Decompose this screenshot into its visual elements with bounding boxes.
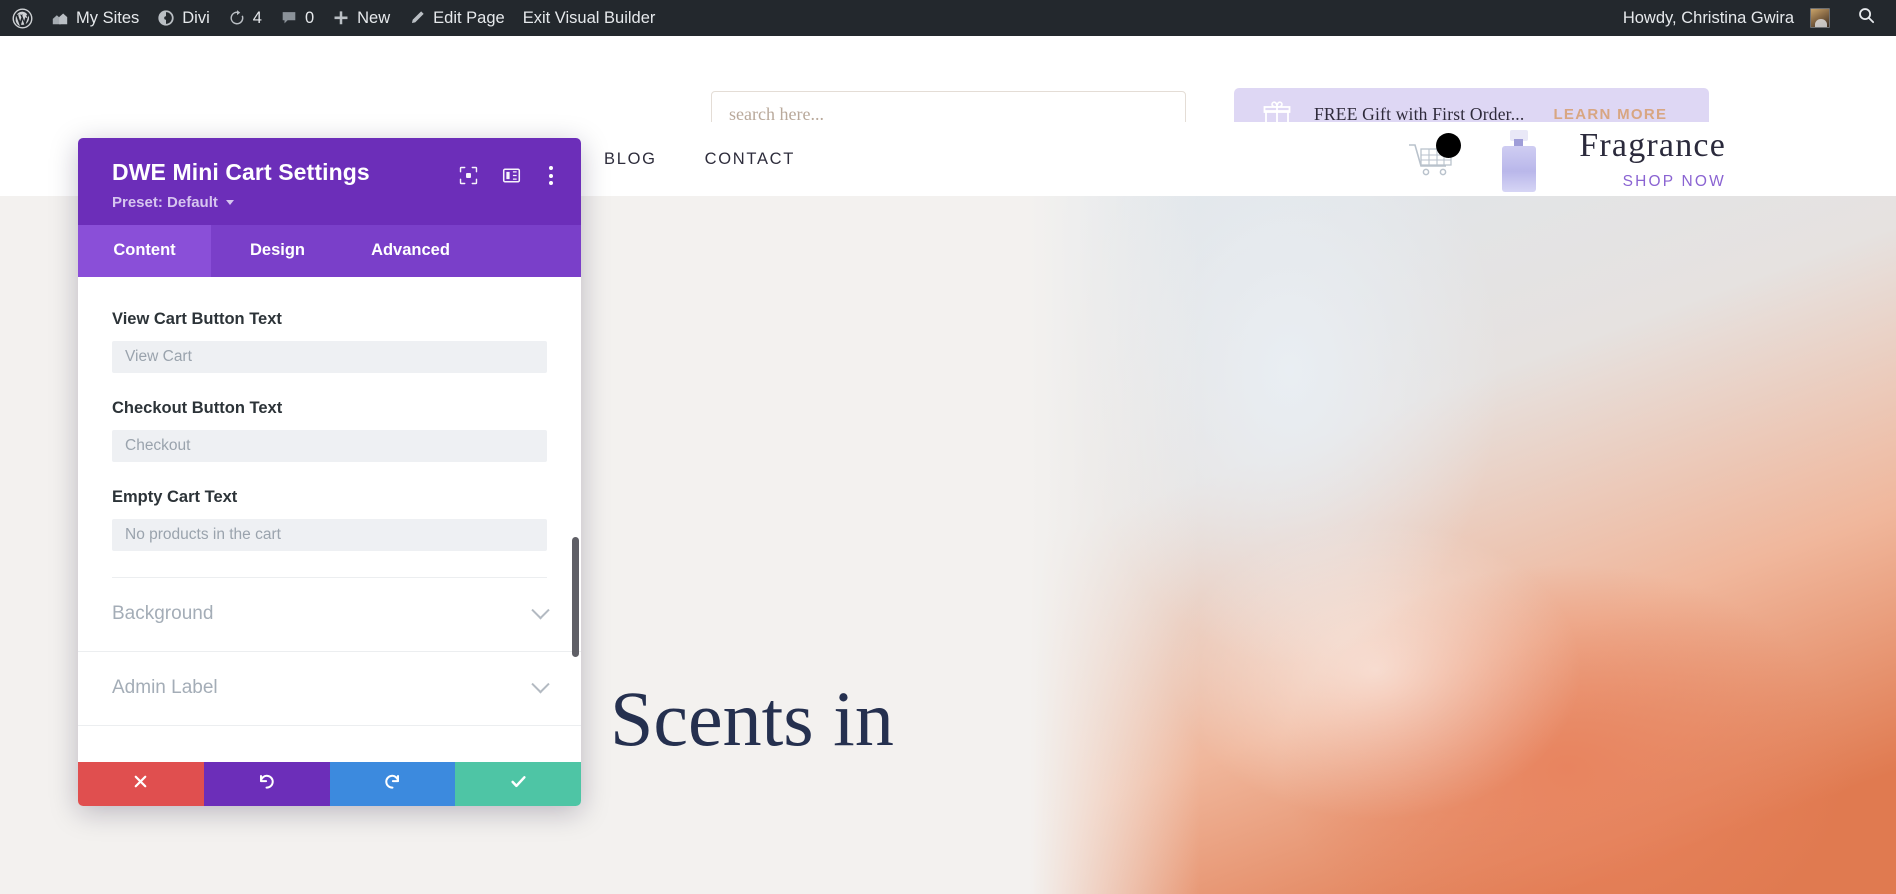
modal-header: DWE Mini Cart Settings Preset: Default [78,138,581,225]
shopping-cart-icon[interactable] [1405,133,1462,183]
kebab-menu-icon[interactable] [545,164,557,187]
adminbar-account-area: Howdy, Christina Gwira [1611,0,1896,36]
brand-zone: Fragrance SHOP NOW [1405,122,1726,196]
adminbar-item-my-sites[interactable]: My Sites [42,0,148,36]
modal-header-texts: DWE Mini Cart Settings Preset: Default [112,159,459,211]
site-utility-bar: search here... FREE Gift with First Orde… [0,36,1896,140]
accordion-admin-label[interactable]: Admin Label [78,652,581,726]
adminbar-greeting: Howdy, Christina Gwira [1622,8,1794,27]
accordion-title: Admin Label [112,677,218,698]
adminbar-item-updates[interactable]: 4 [219,0,271,36]
wp-admin-bar: My Sites Divi 4 0 New Edit Page Exit Vis… [0,0,1896,36]
hero-fade-overlay [1030,196,1200,894]
tab-design[interactable]: Design [211,225,344,277]
field-label: View Cart Button Text [112,310,282,328]
field-view-cart-button-text: View Cart Button Text View Cart [112,310,547,373]
accordion-background[interactable]: Background [78,578,581,652]
adminbar-item-edit-page[interactable]: Edit Page [399,0,514,36]
pencil-icon [408,9,426,27]
chevron-down-icon [531,600,550,619]
site-brand[interactable]: Fragrance SHOP NOW [1579,126,1726,190]
settings-fields: View Cart Button Text View Cart Checkout… [78,277,581,578]
preset-label: Preset: Default [112,194,218,211]
close-icon [132,773,149,795]
adminbar-item-account[interactable]: Howdy, Christina Gwira [1611,0,1839,36]
perfume-bottle-image [1499,122,1539,196]
wordpress-icon [12,8,33,29]
adminbar-label: Edit Page [433,8,505,27]
check-icon [509,772,528,796]
adminbar-label: 0 [304,8,315,27]
field-checkout-button-text: Checkout Button Text Checkout [112,399,547,462]
adminbar-item-exit-visual-builder[interactable]: Exit Visual Builder [514,0,665,36]
adminbar-label: Divi [182,8,210,27]
field-empty-cart-text: Empty Cart Text No products in the cart [112,488,547,551]
accordion-title: Background [112,603,214,624]
adminbar-item-new[interactable]: New [323,0,399,36]
modal-scrollbar[interactable] [572,537,579,657]
brand-name: Fragrance [1579,126,1726,164]
adminbar-search-button[interactable] [1841,6,1882,30]
avatar [1810,8,1830,28]
save-button[interactable] [455,762,581,806]
chevron-down-icon [531,674,550,693]
checkout-button-text-input[interactable]: Checkout [112,430,547,462]
tab-advanced[interactable]: Advanced [344,225,477,277]
tab-content[interactable]: Content [78,225,211,277]
adminbar-item-comments[interactable]: 0 [271,0,323,36]
module-settings-modal: DWE Mini Cart Settings Preset: Default C… [78,138,581,806]
sites-icon [51,9,69,27]
divi-icon [157,9,175,27]
modal-header-icons [459,159,557,187]
redo-button[interactable] [329,762,456,806]
undo-button[interactable] [203,762,330,806]
cancel-button[interactable] [78,762,204,806]
panel-layout-icon[interactable] [502,166,521,185]
redo-icon [383,772,402,796]
modal-footer [78,762,581,806]
adminbar-label: 4 [252,8,262,27]
adminbar-item-wordpress[interactable] [0,0,42,36]
adminbar-label: New [357,8,391,27]
nav-item-contact[interactable]: CONTACT [705,150,795,169]
hero-heading: Scents in [610,675,894,762]
nav-item-blog[interactable]: BLOG [604,150,657,169]
promo-learn-more-link[interactable]: LEARN MORE [1553,106,1667,123]
modal-tabs: Content Design Advanced [78,225,581,277]
comments-icon [280,9,298,27]
adminbar-item-divi[interactable]: Divi [148,0,219,36]
modal-body: View Cart Button Text View Cart Checkout… [78,277,581,762]
view-cart-button-text-input[interactable]: View Cart [112,341,547,373]
plus-icon [332,9,350,27]
field-label: Checkout Button Text [112,399,283,417]
chevron-down-icon [226,200,235,205]
field-label: Empty Cart Text [112,488,238,506]
updates-icon [228,9,246,27]
adminbar-label: Exit Visual Builder [522,8,656,27]
modal-title: DWE Mini Cart Settings [112,159,370,185]
adminbar-label: My Sites [76,8,140,27]
undo-icon [257,772,276,796]
preset-selector[interactable]: Preset: Default [112,194,459,211]
search-icon [1857,6,1876,30]
focus-target-icon[interactable] [459,166,478,185]
brand-tagline[interactable]: SHOP NOW [1579,174,1726,190]
empty-cart-text-input[interactable]: No products in the cart [112,519,547,551]
nav-links: BLOG CONTACT [604,122,795,196]
